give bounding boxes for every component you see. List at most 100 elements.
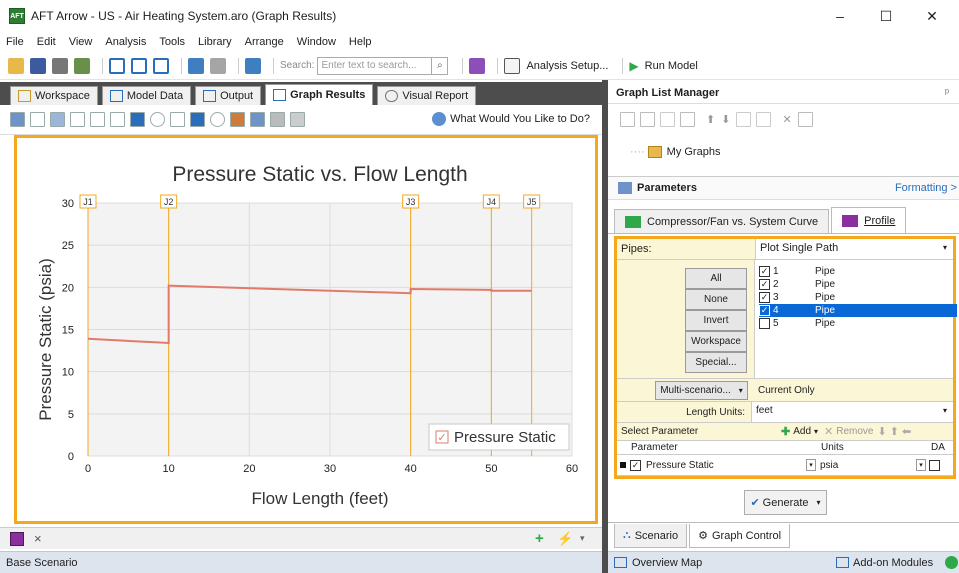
pin-icon[interactable]: ᵖ [945, 87, 949, 99]
pipe-checkbox[interactable]: ✓ [759, 279, 770, 290]
tree-item-my-graphs[interactable]: My Graphs [667, 146, 721, 158]
invert-button[interactable]: Invert [685, 310, 747, 331]
chevron-down-icon[interactable]: ▾ [814, 427, 818, 436]
menu-file[interactable]: File [6, 36, 24, 48]
zoom-icon[interactable] [210, 112, 225, 127]
chevron-down-icon[interactable]: ▾ [580, 533, 585, 544]
pipe-item[interactable]: 5 Pipe [759, 317, 957, 330]
legend-icon[interactable] [110, 112, 125, 127]
multi-scenario-button[interactable]: Multi-scenario... ▾ [655, 380, 748, 400]
menu-view[interactable]: View [69, 36, 93, 48]
param-units[interactable]: psia [820, 460, 916, 471]
glm-save-icon[interactable] [680, 111, 695, 127]
grid-icon[interactable] [210, 57, 226, 74]
add-icon[interactable]: + [535, 530, 544, 547]
tab-graph-results[interactable]: Graph Results [265, 84, 374, 105]
pipe-checkbox[interactable]: ✓ [759, 292, 770, 303]
copy-icon[interactable] [30, 112, 45, 127]
up-arrow-icon[interactable]: ⬆ [706, 113, 715, 126]
none-button[interactable]: None [685, 289, 747, 310]
window-single-icon[interactable] [109, 57, 125, 74]
graph-panel[interactable]: Pressure Static vs. Flow Length 0 10 20 30 40… [14, 135, 598, 524]
tab-profile[interactable]: Profile [831, 207, 907, 233]
formatting-link[interactable]: Formatting > [895, 182, 957, 194]
window-stack-icon[interactable] [153, 57, 169, 74]
checkbox-icon[interactable] [130, 112, 145, 127]
overview-map-link[interactable]: Overview Map [632, 557, 702, 569]
move-up-icon[interactable]: ⬆ [890, 425, 899, 438]
help-link[interactable]: What Would You Like to Do? [432, 112, 590, 126]
print-icon[interactable] [52, 57, 68, 74]
tab-graph-control[interactable]: ⚙ Graph Control [689, 524, 791, 548]
zoom-fit-icon[interactable] [90, 112, 105, 127]
image-icon[interactable] [50, 112, 65, 127]
da-checkbox[interactable] [929, 459, 940, 471]
glm-copy-icon[interactable] [756, 111, 772, 127]
glm-sort-icon[interactable] [660, 111, 675, 127]
pressure-chart[interactable]: Pressure Static vs. Flow Length 0 10 20 30 40… [17, 138, 595, 521]
chevron-down-icon[interactable]: ▾ [916, 459, 926, 471]
close-graph-icon[interactable]: × [34, 531, 42, 546]
pipe-item[interactable]: ✓ 3 Pipe [759, 291, 957, 304]
tab-visual-report[interactable]: Visual Report [377, 86, 477, 105]
save-icon[interactable] [30, 57, 46, 74]
pipe-checkbox[interactable]: ✓ [759, 305, 770, 316]
graph-icon[interactable] [10, 112, 25, 127]
pipe-checkbox[interactable] [759, 318, 770, 329]
menu-tools[interactable]: Tools [159, 36, 185, 48]
frame-icon[interactable] [190, 112, 205, 127]
remove-parameter-button[interactable]: Remove [836, 426, 873, 437]
param-checkbox[interactable]: ✓ [630, 459, 641, 471]
export-icon[interactable] [250, 112, 265, 127]
color-icon[interactable] [230, 112, 245, 127]
glm-more-icon[interactable] [797, 111, 813, 127]
maximize-button[interactable]: ☐ [863, 0, 909, 32]
tab-scenario[interactable]: ⛬ Scenario [614, 524, 688, 548]
chevron-down-icon[interactable]: ▾ [943, 243, 947, 252]
minimize-button[interactable]: – [817, 0, 863, 32]
analysis-setup-button[interactable]: Analysis Setup... [526, 60, 608, 72]
notes-icon[interactable] [245, 57, 261, 74]
search-icon[interactable]: ⌕ [432, 56, 449, 75]
add-parameter-button[interactable]: Add [793, 426, 811, 437]
tree-icon[interactable] [188, 57, 204, 74]
pipe-item[interactable]: ✓ 1 Pipe [759, 265, 957, 278]
tab-model-data[interactable]: Model Data [101, 86, 192, 105]
chevron-down-icon[interactable]: ▾ [943, 406, 947, 415]
pipe-item[interactable]: ✓ 2 Pipe [759, 278, 957, 291]
search-input[interactable]: Enter text to search... [317, 56, 433, 75]
open-icon[interactable] [8, 57, 24, 74]
menu-library[interactable]: Library [198, 36, 232, 48]
glm-folder-icon[interactable] [640, 111, 655, 127]
pipes-mode-select[interactable]: Plot Single Path [755, 239, 953, 259]
close-button[interactable]: ✕ [909, 0, 955, 32]
menu-edit[interactable]: Edit [37, 36, 56, 48]
menu-window[interactable]: Window [297, 36, 336, 48]
window-split-icon[interactable] [131, 57, 147, 74]
flask-icon[interactable] [469, 57, 486, 74]
crosshair-icon[interactable] [150, 112, 165, 127]
menu-help[interactable]: Help [349, 36, 372, 48]
down-arrow-icon[interactable]: ⬇ [721, 113, 730, 126]
menu-analysis[interactable]: Analysis [105, 36, 146, 48]
glm-rename-icon[interactable] [736, 111, 752, 127]
menu-arrange[interactable]: Arrange [245, 36, 284, 48]
run-model-button[interactable]: Run Model [645, 60, 698, 72]
tab-workspace[interactable]: Workspace [10, 86, 98, 105]
table-icon[interactable] [70, 112, 85, 127]
chevron-down-icon[interactable]: ▾ [806, 459, 816, 471]
addon-modules-link[interactable]: Add-on Modules [853, 557, 933, 569]
move-down-icon[interactable]: ⬇ [878, 425, 887, 438]
special-button[interactable]: Special... [685, 352, 747, 373]
tab-output[interactable]: Output [195, 86, 262, 105]
ruler-icon[interactable] [170, 112, 185, 127]
lightning-icon[interactable]: ⚡ [557, 531, 573, 547]
pipe-item-selected[interactable]: ✓ 4 Pipe [759, 304, 957, 317]
settings-icon[interactable] [270, 112, 285, 127]
copy-icon[interactable] [74, 57, 90, 74]
generate-button[interactable]: ✔ Generate ▾ [744, 490, 827, 515]
workspace-button[interactable]: Workspace [685, 331, 747, 352]
graph-tab-icon[interactable] [10, 531, 24, 546]
delete-icon[interactable]: ✕ [782, 113, 791, 126]
tab-compressor-fan[interactable]: Compressor/Fan vs. System Curve [614, 209, 830, 233]
